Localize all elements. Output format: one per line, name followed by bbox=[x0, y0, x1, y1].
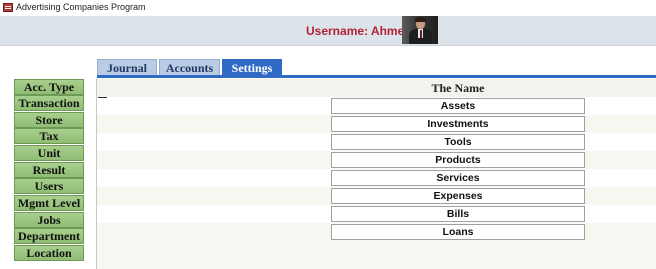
name-field-loans[interactable]: Loans bbox=[331, 224, 585, 240]
sidebar-item-acc-type[interactable]: Acc. Type bbox=[14, 79, 84, 95]
sidebar-item-users[interactable]: Users bbox=[14, 178, 84, 194]
sidebar-item-jobs[interactable]: Jobs bbox=[14, 212, 84, 228]
sidebar-item-result[interactable]: Result bbox=[14, 162, 84, 178]
sidebar-divider bbox=[96, 78, 97, 269]
name-field-assets[interactable]: Assets bbox=[331, 98, 585, 114]
app-icon bbox=[3, 3, 13, 12]
window-title: Advertising Companies Program bbox=[16, 2, 146, 12]
sidebar-item-store[interactable]: Store bbox=[14, 112, 84, 128]
tab-settings[interactable]: Settings bbox=[222, 59, 282, 76]
title-bar: Advertising Companies Program bbox=[0, 0, 656, 17]
name-field-investments[interactable]: Investments bbox=[331, 116, 585, 132]
user-avatar bbox=[402, 16, 438, 44]
username-label: Username: Ahmed bbox=[306, 24, 412, 38]
name-field-expenses[interactable]: Expenses bbox=[331, 188, 585, 204]
name-field-products[interactable]: Products bbox=[331, 152, 585, 168]
sidebar-item-mgmt-level[interactable]: Mgmt Level bbox=[14, 195, 84, 211]
tab-journal[interactable]: Journal bbox=[97, 59, 157, 76]
sidebar-item-transaction[interactable]: Transaction bbox=[14, 95, 84, 111]
sidebar-item-department[interactable]: Department bbox=[14, 228, 84, 244]
record-selector-marker bbox=[98, 97, 107, 98]
column-header-the-name: The Name bbox=[431, 81, 485, 95]
sidebar-item-unit[interactable]: Unit bbox=[14, 145, 84, 161]
name-field-tools[interactable]: Tools bbox=[331, 134, 585, 150]
sidebar-item-tax[interactable]: Tax bbox=[14, 128, 84, 144]
name-field-bills[interactable]: Bills bbox=[331, 206, 585, 222]
tab-accounts[interactable]: Accounts bbox=[159, 59, 220, 76]
table-empty-area bbox=[97, 240, 656, 269]
name-field-services[interactable]: Services bbox=[331, 170, 585, 186]
sidebar-item-location[interactable]: Location bbox=[14, 245, 84, 261]
